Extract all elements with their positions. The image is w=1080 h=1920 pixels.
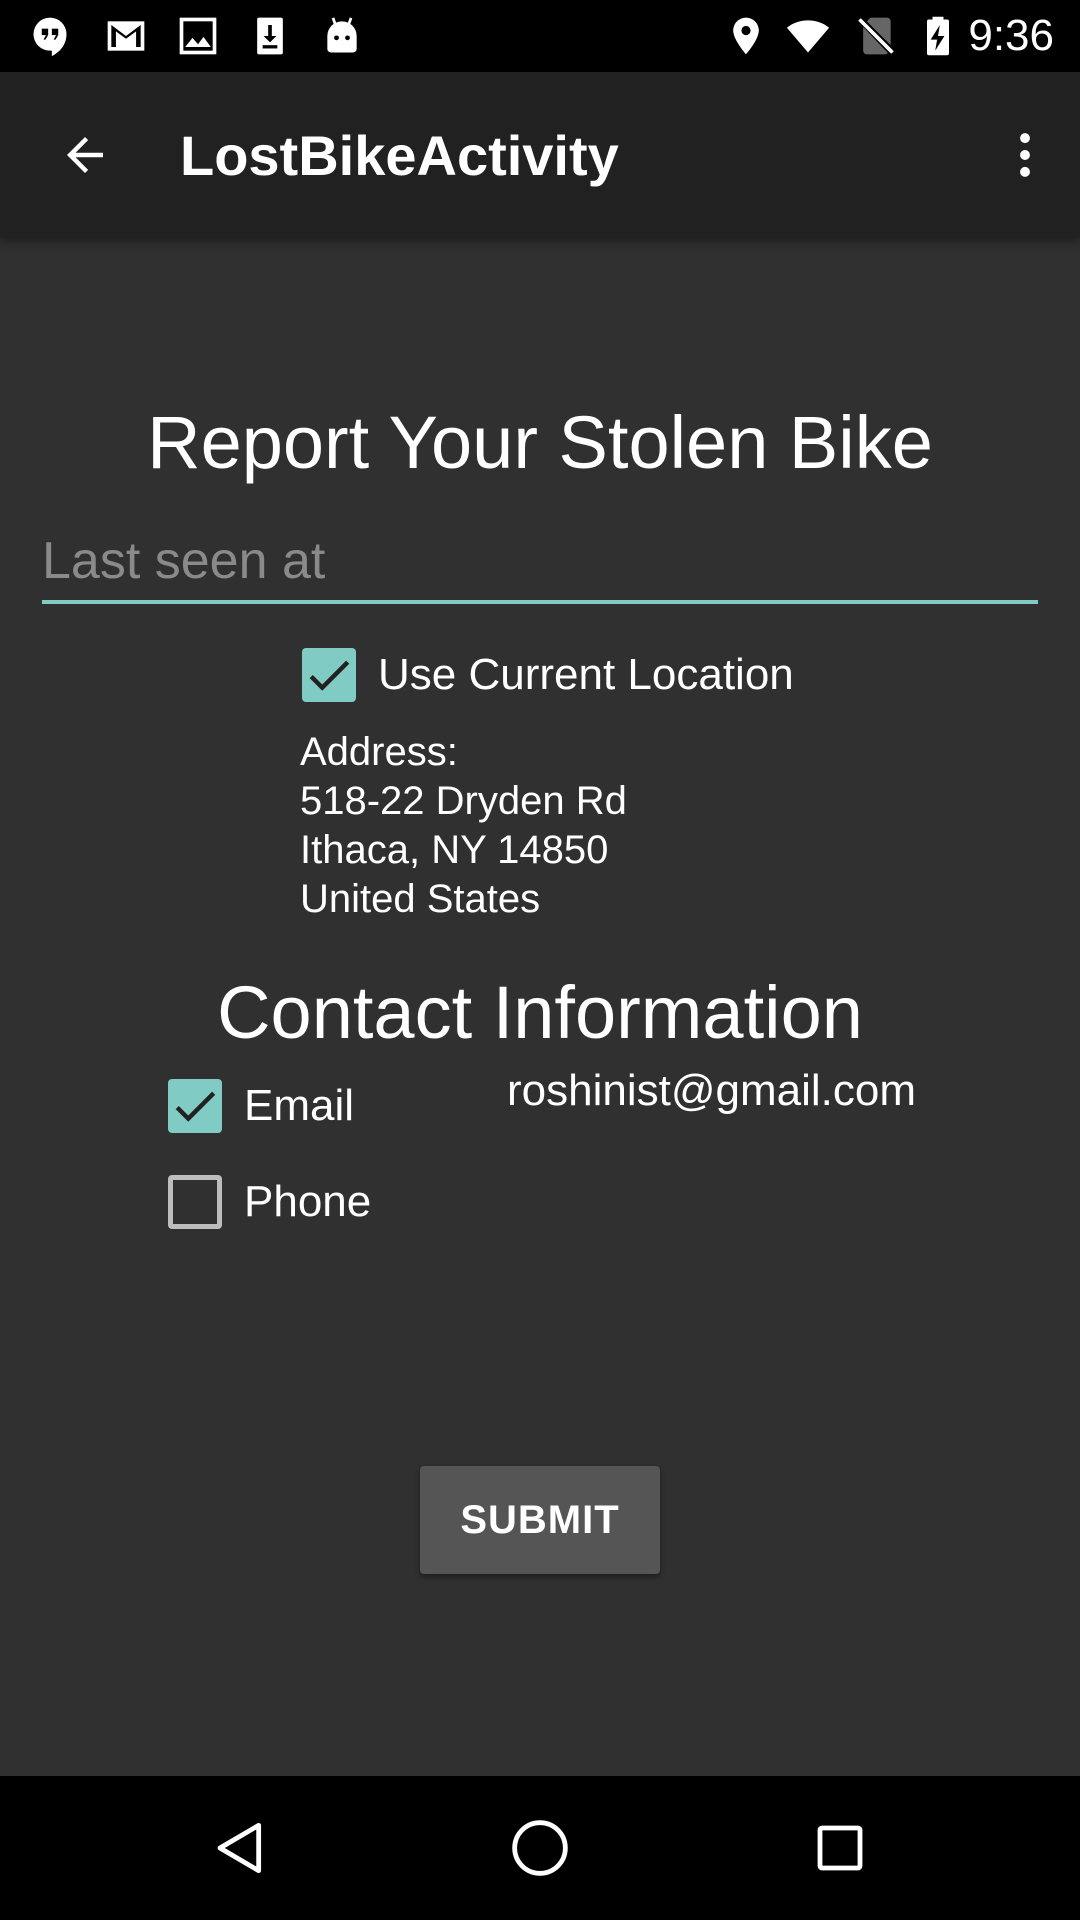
back-button[interactable] (40, 115, 130, 195)
recents-square-icon (817, 1825, 863, 1871)
nav-back-button[interactable] (190, 1798, 290, 1898)
back-triangle-icon (217, 1822, 262, 1874)
check-icon (175, 1091, 216, 1122)
android-icon (327, 17, 357, 53)
home-circle-icon (512, 1820, 568, 1876)
download-icon (257, 17, 283, 55)
report-heading: Report Your Stolen Bike (147, 401, 933, 484)
address-line: 518-22 Dryden Rd (300, 779, 627, 823)
more-vert-icon (1020, 133, 1030, 177)
arrow-left-icon (67, 137, 103, 173)
no-sim-icon (858, 17, 894, 55)
submit-button[interactable]: SUBMIT (420, 1466, 660, 1574)
address-line: Ithaca, NY 14850 (300, 828, 609, 872)
battery-charging-icon (927, 16, 949, 56)
phone-label[interactable]: Phone (244, 1175, 371, 1229)
app-bar: LostBikeActivity (0, 72, 1080, 238)
address-label: Address: (300, 730, 458, 774)
image-icon (179, 17, 217, 55)
app-title: LostBikeActivity (180, 124, 619, 187)
use-current-location-checkbox[interactable] (302, 648, 356, 702)
address-line: United States (300, 877, 541, 921)
email-label[interactable]: Email (244, 1079, 354, 1133)
check-icon (309, 660, 350, 691)
use-current-location-label[interactable]: Use Current Location (378, 648, 794, 702)
status-clock: 9:36 (968, 11, 1054, 60)
hangouts-icon (33, 17, 67, 57)
location-icon (733, 17, 759, 55)
gmail-icon (107, 21, 145, 51)
nav-recents-button[interactable] (790, 1798, 890, 1898)
navigation-bar (0, 1776, 1080, 1920)
email-checkbox[interactable] (168, 1079, 222, 1133)
phone-checkbox[interactable] (168, 1175, 222, 1229)
overflow-menu-button[interactable] (990, 115, 1060, 195)
address-block: Address: 518-22 Dryden Rd Ithaca, NY 148… (300, 728, 627, 924)
nav-home-button[interactable] (490, 1798, 590, 1898)
last-seen-input[interactable] (42, 522, 1038, 604)
wifi-icon (786, 20, 830, 53)
contact-heading: Contact Information (217, 971, 863, 1054)
status-bar: 9:36 (0, 0, 1080, 72)
email-value: roshinist@gmail.com (507, 1066, 916, 1115)
